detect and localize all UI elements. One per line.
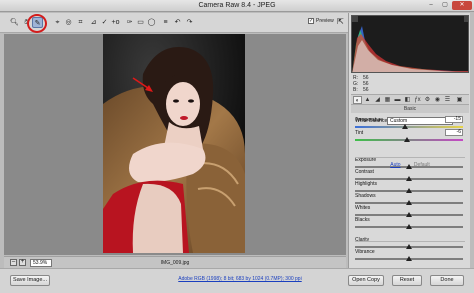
adjustments-panel: R: 56 G: 56 B: 56 ◐ ▲ ◢ ▦ ▬ ◧ ƒx ⚙ ◉ ☰ ▣ Ba… — [348, 13, 470, 268]
slider-blacks[interactable]: Blacks — [355, 217, 467, 231]
file-name: IMG_009.jpg — [160, 260, 190, 266]
fullscreen-icon[interactable]: ⇱ — [335, 16, 346, 27]
slider-label: Blacks — [355, 217, 370, 223]
done-button[interactable]: Done — [430, 275, 464, 286]
save-image-button[interactable]: Save Image... — [10, 275, 50, 286]
workflow-options-link[interactable]: Adobe RGB (1998); 8 bit; 683 by 1024 (0.… — [140, 276, 340, 282]
tab-basic[interactable]: ◐ — [353, 96, 362, 104]
rotate-left-icon[interactable]: ↶ — [172, 17, 183, 28]
auto-link[interactable]: Auto — [390, 162, 400, 168]
slider-thumb[interactable] — [406, 224, 412, 229]
b-value: 56 — [363, 87, 369, 93]
rotate-right-icon[interactable]: ↷ — [184, 17, 195, 28]
tab-detail[interactable]: ◢ — [373, 96, 382, 104]
slider-label: Clarity — [355, 237, 370, 243]
open-copy-button[interactable]: Open Copy — [348, 275, 384, 286]
slider-label: Shadows — [355, 193, 376, 199]
tab-camera-calibration[interactable]: ⚙ — [423, 96, 432, 104]
adjustment-brush-icon[interactable]: ✑ — [124, 17, 135, 28]
targeted-adjustment-tool-icon[interactable]: ◎ — [63, 17, 74, 28]
red-eye-removal-tool-icon[interactable]: +o — [110, 17, 121, 28]
preferences-icon[interactable]: ≡ — [160, 17, 171, 28]
rgb-readout: R: 56 G: 56 B: 56 — [353, 75, 373, 93]
slider-label: Highlights — [355, 181, 377, 187]
slider-vibrance[interactable]: Vibrance — [355, 249, 467, 263]
slider-tint[interactable]: Tint -6 — [355, 129, 467, 144]
status-row: – + 53.9% IMG_009.jpg — [4, 256, 346, 268]
highlight-circle — [27, 14, 47, 33]
slider-track[interactable] — [355, 126, 463, 128]
preview-photo[interactable] — [103, 34, 245, 253]
portrait-image — [103, 34, 245, 253]
graduated-filter-icon[interactable]: ▭ — [135, 17, 146, 28]
section-title-basic: Basic — [351, 105, 469, 113]
tab-snapshots[interactable]: ☰ — [443, 96, 452, 104]
spot-removal-tool-icon[interactable]: ✓ — [99, 17, 110, 28]
histogram-graph — [352, 16, 468, 72]
straighten-tool-icon[interactable]: ⊿ — [88, 17, 99, 28]
radial-filter-icon[interactable]: ◯ — [146, 17, 157, 28]
histogram — [351, 15, 469, 73]
maximize-button[interactable]: ▢ — [438, 1, 452, 10]
b-label: B: — [353, 87, 358, 93]
crop-tool-icon[interactable]: ⌗ — [75, 17, 86, 28]
bottom-bar: Save Image... Adobe RGB (1998); 8 bit; 6… — [0, 268, 474, 293]
divider — [355, 241, 465, 242]
panel-menu-icon[interactable]: ▣ — [455, 96, 464, 104]
tab-tone-curve[interactable]: ▲ — [363, 96, 372, 104]
tab-split-toning[interactable]: ▬ — [393, 96, 402, 104]
slider-thumb[interactable] — [403, 137, 410, 142]
slider-value-input[interactable]: -15 — [445, 116, 463, 123]
reset-button[interactable]: Reset — [392, 275, 422, 286]
tab-hsl[interactable]: ▦ — [383, 96, 392, 104]
preview-checkbox[interactable]: ✓ — [308, 18, 314, 24]
title-bar: Camera Raw 8.4 - JPEG – ▢ ✕ — [0, 0, 474, 12]
slider-label: Contrast — [355, 169, 374, 175]
default-link[interactable]: Default — [414, 162, 430, 168]
tab-effects[interactable]: ƒx — [413, 96, 422, 104]
slider-label: Tint — [355, 130, 364, 136]
close-button[interactable]: ✕ — [452, 1, 472, 10]
tab-lens-corrections[interactable]: ◧ — [403, 96, 412, 104]
panel-tabs: ◐ ▲ ◢ ▦ ▬ ◧ ƒx ⚙ ◉ ☰ ▣ — [351, 94, 469, 105]
slider-value-input[interactable]: -6 — [445, 129, 463, 136]
tool-bar: 🔍︎ ✋︎ ✎ ⌖ ◎ ⌗ ⊿ ✓ +o ✑ ▭ ◯ ≡ ↶ ↷ — [0, 13, 348, 33]
divider — [355, 157, 465, 158]
color-sampler-tool-icon[interactable]: ⌖ — [52, 17, 63, 28]
slider-thumb[interactable] — [406, 256, 412, 261]
tab-presets[interactable]: ◉ — [433, 96, 442, 104]
window-title: Camera Raw 8.4 - JPEG — [198, 2, 276, 9]
zoom-tool-icon[interactable]: 🔍︎ — [9, 17, 20, 28]
slider-label: Whites — [355, 205, 371, 211]
slider-label: Temperature — [355, 117, 384, 123]
minimize-button[interactable]: – — [424, 1, 438, 10]
slider-thumb[interactable] — [401, 124, 408, 129]
slider-label: Vibrance — [355, 249, 375, 255]
preview-label: Preview — [316, 18, 334, 24]
preview-toggle[interactable]: ✓ Preview — [308, 18, 334, 24]
auto-default-row: Auto Default — [355, 162, 465, 168]
